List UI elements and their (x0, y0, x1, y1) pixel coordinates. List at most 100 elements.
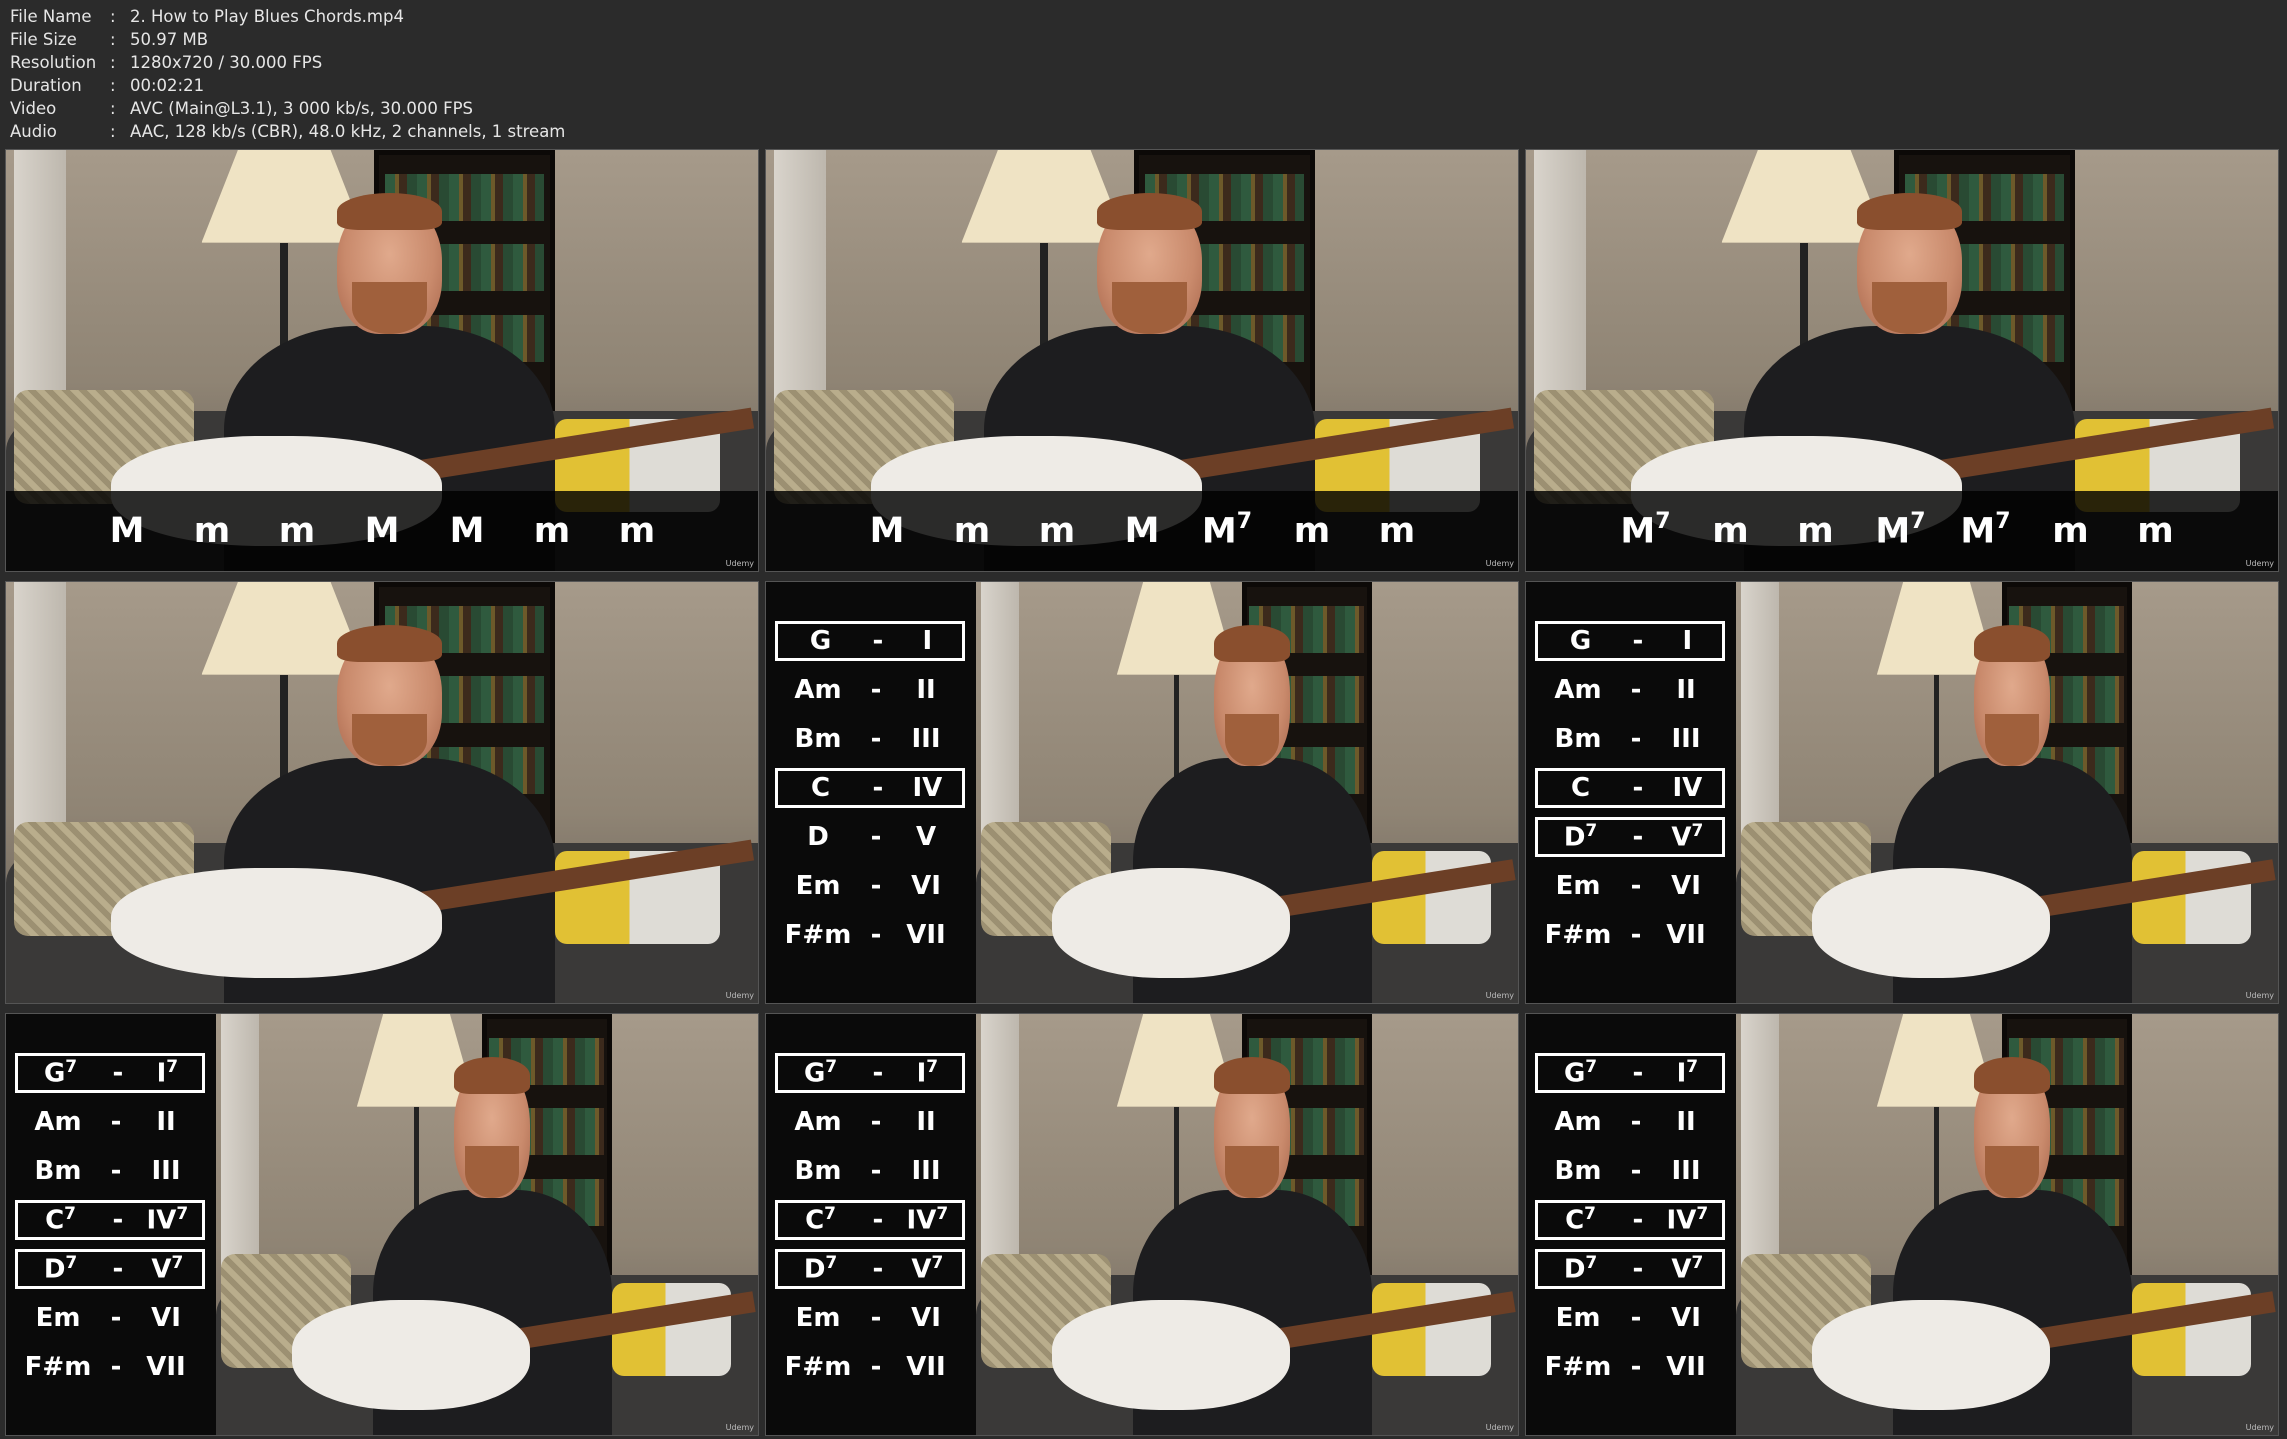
roman-numeral-text: VI (911, 871, 941, 901)
udemy-logo: Udemy (1485, 991, 1514, 1000)
udemy-logo: Udemy (2245, 991, 2274, 1000)
chord-quality-text: m (1293, 511, 1331, 551)
video-thumbnail[interactable]: G7- I7 Am - II Bm - III C7- IV7 D7- V7 Em - VI F#m - VII U… (765, 1013, 1519, 1436)
chord-numeral-row: Am - II (775, 670, 965, 710)
chord-numeral-row: Am - II (15, 1102, 205, 1142)
roman-numeral: VII (1651, 920, 1721, 950)
chord-numeral-panel: G - I Am - II Bm - III C - IV D - V Em - VI F#m - VII (766, 582, 976, 1003)
chord-name-text: G (1569, 626, 1592, 656)
video-thumbnail[interactable]: G7- I7 Am - II Bm - III C7- IV7 D7- V7 Em - VI F#m - VII U… (1525, 1013, 2279, 1436)
roman-numeral: II (891, 675, 961, 705)
seventh-superscript: 7 (1585, 1253, 1598, 1274)
chord-quality-text: m (1712, 511, 1749, 551)
roman-numeral-text: III (151, 1156, 181, 1186)
chord-name: D7 (778, 1253, 863, 1285)
info-separator: : (110, 76, 116, 95)
presenter-hair (454, 1057, 531, 1095)
roman-numeral-text: VI (151, 1303, 181, 1333)
video-thumbnail[interactable]: G - I Am - II Bm - III C - IV D7- V7 Em - VI F#m - VII Udemy (1525, 581, 2279, 1004)
seventh-superscript: 7 (1585, 1057, 1598, 1078)
dash-separator: - (1630, 675, 1642, 705)
chord-name: F#m (1535, 1352, 1621, 1382)
chord-name-text: Em (35, 1303, 81, 1333)
roman-numeral-text: II (156, 1107, 176, 1137)
chord-quality-text: M (1960, 511, 1996, 552)
chord-quality-bar: Mm m M Mm m (6, 491, 758, 571)
roman-numeral: III (891, 1156, 961, 1186)
roman-numeral-text: I (916, 1058, 927, 1089)
chord-quality-text: M (1620, 511, 1656, 552)
roman-numeral-text: IV (912, 773, 943, 803)
chord-name-text: Am (1554, 1107, 1602, 1137)
chord-numeral-row: F#m - VII (775, 915, 965, 955)
dash-separator: - (870, 822, 882, 852)
video-thumbnail[interactable]: G7- I7 Am - II Bm - III C7- IV7 D7- V7 Em - VI F#m - VII U… (5, 1013, 759, 1436)
chord-name-text: F#m (784, 1352, 852, 1382)
dash-separator: - (1632, 773, 1644, 803)
video-scene (976, 582, 1518, 1003)
chord-name: Bm (1535, 1156, 1621, 1186)
chord-quality-label: M7 (1185, 508, 1270, 552)
chord-name-text: Bm (794, 724, 842, 754)
chord-name-text: D (807, 822, 829, 852)
seventh-superscript: 7 (1655, 508, 1671, 534)
info-key: Video (10, 99, 57, 118)
roman-numeral: V7 (893, 1253, 962, 1285)
dash-separator: - (112, 1058, 124, 1088)
chord-name-text: Bm (1554, 1156, 1602, 1186)
presenter-hair (1856, 193, 1963, 231)
video-thumbnail[interactable]: Mm m M Mm m Udemy (5, 149, 759, 572)
chord-quality-label: m (1015, 511, 1100, 551)
udemy-logo: Udemy (725, 559, 754, 568)
chord-quality-text: m (2137, 511, 2174, 551)
info-value: 1280x720 / 30.000 FPS (130, 53, 323, 72)
info-row: Audio: AAC, 128 kb/s (CBR), 48.0 kHz, 2 c… (10, 120, 565, 143)
video-scene (216, 1014, 758, 1435)
presenter-hair (1974, 625, 2051, 663)
guitar-body (1051, 868, 1291, 978)
info-key: File Size (10, 30, 77, 49)
dash-separator: - (870, 1156, 882, 1186)
roman-numeral: III (131, 1156, 201, 1186)
roman-numeral: V (891, 822, 961, 852)
presenter-hair (336, 625, 443, 663)
chord-name-text: D (43, 1254, 66, 1285)
chord-quality-label: m (1688, 511, 1773, 551)
guitar-body (291, 1300, 531, 1410)
chord-quality-text: M (109, 511, 145, 551)
chord-name-text: C (45, 1205, 65, 1236)
chord-quality-text: m (278, 511, 316, 551)
roman-numeral-text: I (1682, 626, 1693, 656)
info-row: Duration:00:02:21 (10, 74, 565, 97)
seventh-superscript: 7 (1236, 508, 1253, 534)
dash-separator: - (110, 1352, 122, 1382)
presenter-beard (465, 1146, 520, 1198)
info-key: Resolution (10, 53, 97, 72)
chord-quality-text: M (449, 511, 485, 551)
presenter-beard (1985, 1146, 2040, 1198)
thumbnail-grid: Mm m M Mm m Udemy Mm m M M7 m m Udemy M7 m m M7 M7 m m Udemy… (5, 149, 2280, 1436)
dash-separator: - (870, 1352, 882, 1382)
roman-numeral: III (1651, 1156, 1721, 1186)
chord-quality-label: m (1773, 511, 1858, 551)
roman-numeral: II (891, 1107, 961, 1137)
chord-name-text: Am (794, 675, 842, 705)
chord-name-text: Bm (34, 1156, 82, 1186)
roman-numeral-text: V (151, 1254, 172, 1285)
roman-numeral-text: III (911, 1156, 941, 1186)
chord-name-text: G (809, 626, 832, 656)
video-thumbnail[interactable]: G - I Am - II Bm - III C - IV D - V Em - VI F#m - VII Udemy (765, 581, 1519, 1004)
video-thumbnail[interactable]: Udemy (5, 581, 759, 1004)
chord-name-text: G (803, 1058, 826, 1089)
roman-numeral: VII (891, 1352, 961, 1382)
chord-numeral-row: F#m - VII (15, 1347, 205, 1387)
video-thumbnail[interactable]: M7 m m M7 M7 m m Udemy (1525, 149, 2279, 572)
chord-quality-label: m (1355, 511, 1440, 551)
presenter-hair (1974, 1057, 2051, 1095)
chord-numeral-row: C7- IV7 (15, 1200, 205, 1240)
chord-name: G7 (778, 1057, 863, 1089)
chord-numeral-row: D7- V7 (775, 1249, 965, 1289)
video-thumbnail[interactable]: Mm m M M7 m m Udemy (765, 149, 1519, 572)
chord-numeral-row: Bm - III (15, 1151, 205, 1191)
chord-quality-bar: M7 m m M7 M7 m m (1526, 491, 2278, 571)
